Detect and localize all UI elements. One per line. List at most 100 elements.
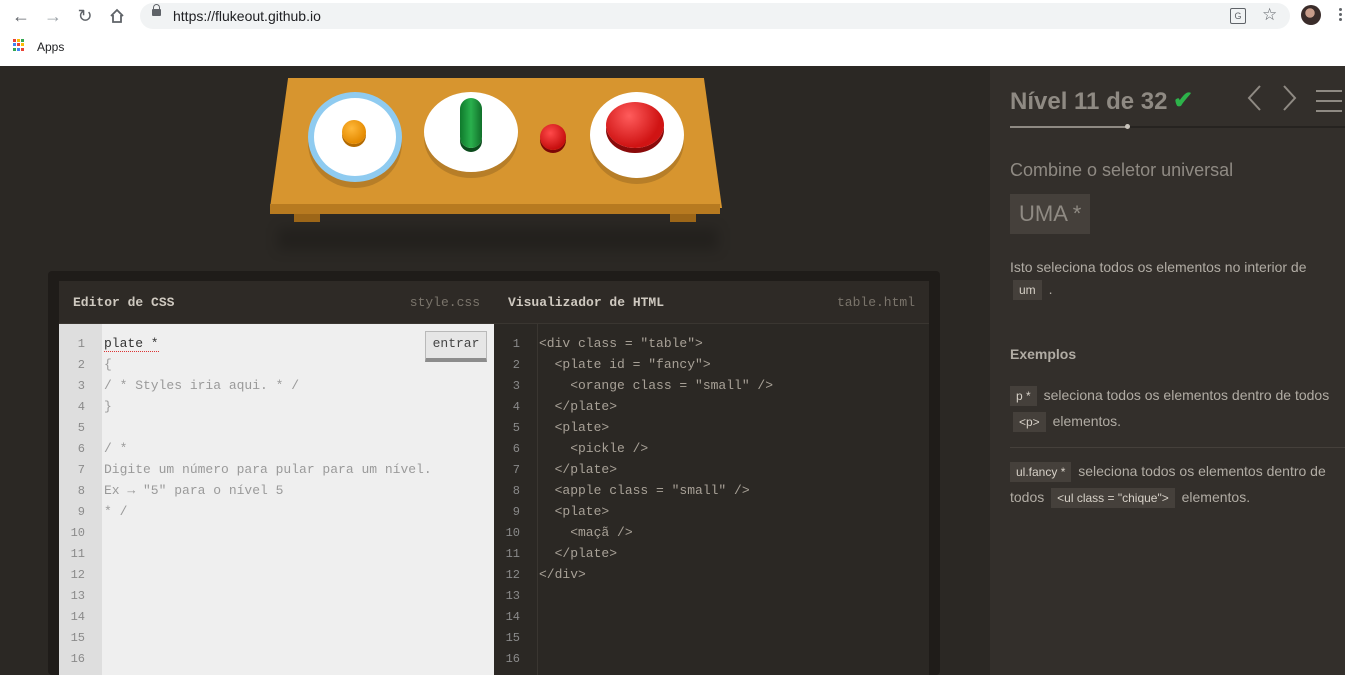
- lock-icon: [152, 4, 161, 16]
- address-bar[interactable]: https://flukeout.github.io G ☆: [140, 3, 1290, 29]
- example-code: ul.fancy *: [1010, 462, 1072, 482]
- example-text-end: elementos.: [1181, 489, 1251, 505]
- css-gutter: 1 2 3 4 5 6 7 8 9 10 11 12 13 14 15 16: [59, 324, 102, 675]
- example-item: ul.fancy * seleciona todos os elementos …: [1010, 458, 1340, 510]
- level-progress-fill: [1010, 126, 1127, 128]
- html-viewer-header: Visualizador de HTML table.html: [494, 281, 929, 324]
- example-code: p *: [1010, 386, 1037, 406]
- line-number: 15: [505, 631, 520, 645]
- example-text-end: elementos.: [1052, 413, 1122, 429]
- html-code-line[interactable]: <pickle />: [539, 441, 648, 456]
- html-gutter: 1 2 3 4 5 6 7 8 9 10 11 12 13 14 15 16: [494, 324, 538, 675]
- html-viewer-pane: Visualizador de HTML table.html 1 2 3 4 …: [494, 281, 929, 675]
- line-number: 16: [70, 652, 85, 666]
- line-number: 10: [70, 526, 85, 540]
- line-number: 11: [505, 547, 520, 561]
- apple[interactable]: [606, 102, 664, 148]
- css-code-line: {: [104, 357, 112, 372]
- line-number: 7: [77, 463, 85, 477]
- html-file-name: table.html: [836, 295, 915, 310]
- line-number: 5: [512, 421, 520, 435]
- css-code-line: / * Styles iria aqui. * /: [104, 378, 300, 393]
- line-number: 9: [512, 505, 520, 519]
- reload-icon[interactable]: ↻: [74, 5, 96, 27]
- browser-toolbar: ← → ↻ https://flukeout.github.io G ☆ App…: [0, 0, 1345, 67]
- line-number: 3: [77, 379, 85, 393]
- line-number: 8: [77, 484, 85, 498]
- css-code-line: / *: [104, 441, 128, 456]
- game-area: Editor de CSS style.css 1 2 3 4 5 6 7 8 …: [0, 66, 990, 675]
- pickle[interactable]: [460, 98, 482, 148]
- level-description: Isto seleciona todos os elementos no int…: [1010, 256, 1340, 300]
- css-file-name: style.css: [409, 295, 480, 310]
- table-leg-left: [294, 214, 320, 222]
- html-viewer-body: 1 2 3 4 5 6 7 8 9 10 11 12 13 14 15 16 <…: [494, 324, 929, 675]
- table-shadow: [278, 228, 718, 250]
- line-number: 13: [505, 589, 520, 603]
- editor-frame: Editor de CSS style.css 1 2 3 4 5 6 7 8 …: [48, 271, 940, 675]
- line-number: 15: [70, 631, 85, 645]
- html-viewer-title: Visualizador de HTML: [508, 295, 665, 310]
- html-code-line[interactable]: <plate>: [539, 420, 610, 435]
- bookmarks-bar: Apps: [0, 33, 1345, 65]
- example-divider: [1010, 447, 1345, 448]
- html-code-line[interactable]: <maçã />: [539, 525, 632, 540]
- css-editor-pane: Editor de CSS style.css 1 2 3 4 5 6 7 8 …: [59, 281, 494, 675]
- selector-syntax: UMA *: [1010, 194, 1091, 234]
- html-code-line[interactable]: <div class = "table">: [539, 336, 703, 351]
- level-subtitle: Combine o seletor universal: [1010, 160, 1234, 180]
- css-code-line: }: [104, 399, 112, 414]
- html-code-line[interactable]: <plate>: [539, 504, 610, 519]
- back-icon[interactable]: ←: [10, 5, 32, 27]
- apps-grid-icon[interactable]: [13, 39, 25, 51]
- line-number: 11: [70, 547, 85, 561]
- previous-level-icon[interactable]: [1246, 84, 1262, 119]
- level-progress-dot: [1125, 124, 1130, 129]
- css-editor-title: Editor de CSS: [73, 295, 175, 310]
- description-text: Isto seleciona todos os elementos no int…: [1010, 259, 1307, 275]
- menu-kebab-icon[interactable]: [1339, 8, 1342, 22]
- forward-icon[interactable]: →: [42, 5, 64, 27]
- translate-icon[interactable]: G: [1230, 8, 1246, 24]
- table-leg-right: [670, 214, 696, 222]
- css-code-line: Ex → "5" para o nível 5: [104, 483, 284, 498]
- css-code-line: * /: [104, 504, 128, 519]
- small-orange[interactable]: [342, 120, 366, 144]
- css-input-text[interactable]: plate *: [104, 336, 159, 352]
- bookmark-apps[interactable]: Apps: [37, 40, 64, 54]
- next-level-icon[interactable]: [1282, 84, 1298, 119]
- html-code-line[interactable]: </plate>: [539, 399, 617, 414]
- enter-button[interactable]: entrar: [425, 331, 487, 362]
- html-code-line[interactable]: </plate>: [539, 546, 617, 561]
- line-number: 2: [512, 358, 520, 372]
- css-editor-header: Editor de CSS style.css: [59, 281, 494, 324]
- line-number: 7: [512, 463, 520, 477]
- description-suffix: .: [1048, 281, 1053, 297]
- line-number: 4: [512, 400, 520, 414]
- line-number: 10: [505, 526, 520, 540]
- html-code-line[interactable]: <plate id = "fancy">: [539, 357, 711, 372]
- line-number: 14: [505, 610, 520, 624]
- line-number: 6: [512, 442, 520, 456]
- small-apple[interactable]: [540, 124, 566, 150]
- html-code-line[interactable]: <orange class = "small" />: [539, 378, 773, 393]
- html-code-line[interactable]: </div>: [539, 567, 586, 582]
- examples-heading: Exemplos: [1010, 346, 1077, 362]
- example-tag: <p>: [1013, 412, 1046, 432]
- line-number: 9: [77, 505, 85, 519]
- html-code-line[interactable]: <apple class = "small" />: [539, 483, 750, 498]
- line-number: 12: [70, 568, 85, 582]
- line-number: 13: [70, 589, 85, 603]
- css-editor-body[interactable]: 1 2 3 4 5 6 7 8 9 10 11 12 13 14 15 16 p…: [59, 324, 494, 675]
- menu-hamburger-icon[interactable]: [1316, 90, 1342, 120]
- line-number: 12: [505, 568, 520, 582]
- description-tag: um: [1013, 280, 1042, 300]
- line-number: 14: [70, 610, 85, 624]
- line-number: 1: [512, 337, 520, 351]
- html-code-line[interactable]: </plate>: [539, 462, 617, 477]
- avatar[interactable]: [1301, 5, 1321, 25]
- css-input[interactable]: plate *: [104, 336, 159, 352]
- bookmark-star-icon[interactable]: ☆: [1262, 5, 1277, 25]
- url-text[interactable]: https://flukeout.github.io: [173, 8, 321, 24]
- home-icon[interactable]: [106, 5, 128, 27]
